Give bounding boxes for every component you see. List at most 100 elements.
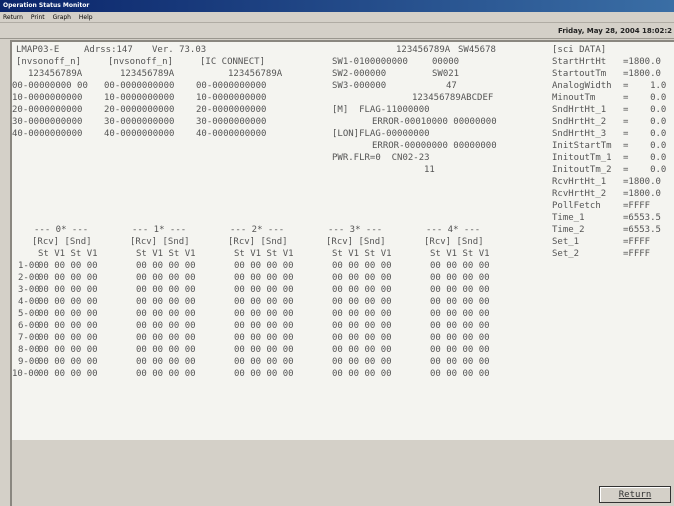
m-error: ERROR-00010000 00000000 [372, 117, 497, 127]
grid-cell-0: 00 00 00 00 [38, 297, 98, 307]
date-bar: Friday, May 28, 2004 18:02:2 [0, 24, 674, 39]
grid-cell-2: 00 00 00 00 [234, 297, 294, 307]
sw2: SW2-000000 [332, 69, 387, 79]
grid-cell-4: 00 00 00 00 [430, 309, 490, 319]
menu-print[interactable]: Print [31, 14, 45, 21]
grid-cell-0: 00 00 00 00 [38, 345, 98, 355]
col-title-1: [nvsonoff_n] [16, 57, 82, 67]
grid-cell-4: 00 00 00 00 [430, 369, 490, 379]
group-header-3: --- 3* --- [328, 225, 383, 235]
grid-row-label: 7-00 [18, 333, 40, 343]
lb-row-2-b: 20-0000000000 [104, 105, 175, 115]
sw2-value: SW021 [432, 69, 460, 79]
current-date: Friday, May 28, 2004 18:02:2 [557, 27, 672, 35]
grid-cell-3: 00 00 00 00 [332, 357, 392, 367]
param-name: StartHrtHt [552, 57, 607, 67]
grid-cell-3: 00 00 00 00 [332, 309, 392, 319]
grid-cell-2: 00 00 00 00 [234, 285, 294, 295]
param-name: InitoutTm_1 [552, 153, 612, 163]
status-panel: LMAP03-E Adrss:147 Ver. 73.03 123456789A… [10, 40, 674, 440]
lb-row-0-b: 00-0000000000 [104, 81, 175, 91]
grid-cell-0: 00 00 00 00 [38, 357, 98, 367]
sw1-value: 00000 [432, 57, 460, 67]
param-value: = 0.0 [623, 153, 667, 163]
sw3: SW3-000000 [332, 81, 387, 91]
grid-row-label: 1-00 [18, 261, 40, 271]
grid-cell-4: 00 00 00 00 [430, 261, 490, 271]
grid-cell-2: 00 00 00 00 [234, 321, 294, 331]
hex-2: 123456789A [120, 69, 175, 79]
grid-cell-3: 00 00 00 00 [332, 261, 392, 271]
param-name: SndHrtHt_3 [552, 129, 607, 139]
group-col-3: St V1 St V1 [332, 249, 392, 259]
col-title-3: [IC CONNECT] [200, 57, 266, 67]
param-value: =6553.5 [623, 225, 661, 235]
grid-cell-1: 00 00 00 00 [136, 297, 196, 307]
data-title: [sci DATA] [552, 45, 607, 55]
grid-cell-4: 00 00 00 00 [430, 273, 490, 283]
grid-cell-0: 00 00 00 00 [38, 261, 98, 271]
grid-cell-1: 00 00 00 00 [136, 369, 196, 379]
lb-row-1-b: 10-0000000000 [104, 93, 175, 103]
footer-area [10, 440, 674, 506]
param-name: SndHrtHt_1 [552, 105, 607, 115]
grid-cell-1: 00 00 00 00 [136, 261, 196, 271]
param-value: = 1.0 [623, 81, 667, 91]
group-header-0: --- 0* --- [34, 225, 89, 235]
param-name: RcvHrtHt_2 [552, 189, 607, 199]
param-value: =1800.0 [623, 177, 661, 187]
grid-cell-4: 00 00 00 00 [430, 285, 490, 295]
grid-cell-1: 00 00 00 00 [136, 345, 196, 355]
param-value: = 0.0 [623, 93, 667, 103]
lb-row-0-c: 00-0000000000 [196, 81, 267, 91]
return-button[interactable]: Return [599, 486, 671, 503]
param-name: AnalogWidth [552, 81, 612, 91]
sw3-value: 47 [446, 81, 457, 91]
grid-cell-1: 00 00 00 00 [136, 357, 196, 367]
param-name: Set_2 [552, 249, 580, 259]
grid-cell-2: 00 00 00 00 [234, 369, 294, 379]
param-name: SndHrtHt_2 [552, 117, 607, 127]
hex-main: 123456789A [396, 45, 451, 55]
grid-cell-0: 00 00 00 00 [38, 369, 98, 379]
grid-cell-2: 00 00 00 00 [234, 357, 294, 367]
menu-help[interactable]: Help [79, 14, 93, 21]
grid-cell-1: 00 00 00 00 [136, 273, 196, 283]
hex-1: 123456789A [28, 69, 83, 79]
grid-cell-3: 00 00 00 00 [332, 285, 392, 295]
grid-cell-0: 00 00 00 00 [38, 273, 98, 283]
grid-cell-3: 00 00 00 00 [332, 273, 392, 283]
lb-row-4-b: 40-0000000000 [104, 129, 175, 139]
param-value: = 0.0 [623, 117, 667, 127]
sw1: SW1-0100000000 [332, 57, 408, 67]
param-name: Time_2 [552, 225, 585, 235]
grid-cell-3: 00 00 00 00 [332, 333, 392, 343]
param-value: =FFFF [623, 249, 651, 259]
group-sub-0: [Rcv] [Snd] [32, 237, 92, 247]
param-name: MinoutTm [552, 93, 596, 103]
menu-graph[interactable]: Graph [53, 14, 71, 21]
version: Ver. 73.03 [152, 45, 207, 55]
param-name: InitoutTm_2 [552, 165, 612, 175]
grid-cell-1: 00 00 00 00 [136, 321, 196, 331]
hex-3: 123456789A [228, 69, 283, 79]
lb-row-3-a: 30-0000000000 [12, 117, 83, 127]
address: Adrss:147 [84, 45, 133, 55]
grid-cell-3: 00 00 00 00 [332, 321, 392, 331]
lb-row-3-c: 30-0000000000 [196, 117, 267, 127]
grid-cell-1: 00 00 00 00 [136, 309, 196, 319]
power-status: PWR.FLR=0 CN02-23 [332, 153, 430, 163]
param-name: Time_1 [552, 213, 585, 223]
menu-return[interactable]: Return [3, 14, 23, 21]
lb-row-2-c: 20-0000000000 [196, 105, 267, 115]
param-value: = 0.0 [623, 129, 667, 139]
grid-cell-3: 00 00 00 00 [332, 345, 392, 355]
param-name: StartoutTm [552, 69, 607, 79]
grid-cell-2: 00 00 00 00 [234, 273, 294, 283]
param-value: = 0.0 [623, 105, 667, 115]
lb-row-2-a: 20-0000000000 [12, 105, 83, 115]
lb-row-4-a: 40-0000000000 [12, 129, 83, 139]
group-col-4: St V1 St V1 [430, 249, 490, 259]
grid-cell-4: 00 00 00 00 [430, 321, 490, 331]
grid-row-label: 2-00 [18, 273, 40, 283]
